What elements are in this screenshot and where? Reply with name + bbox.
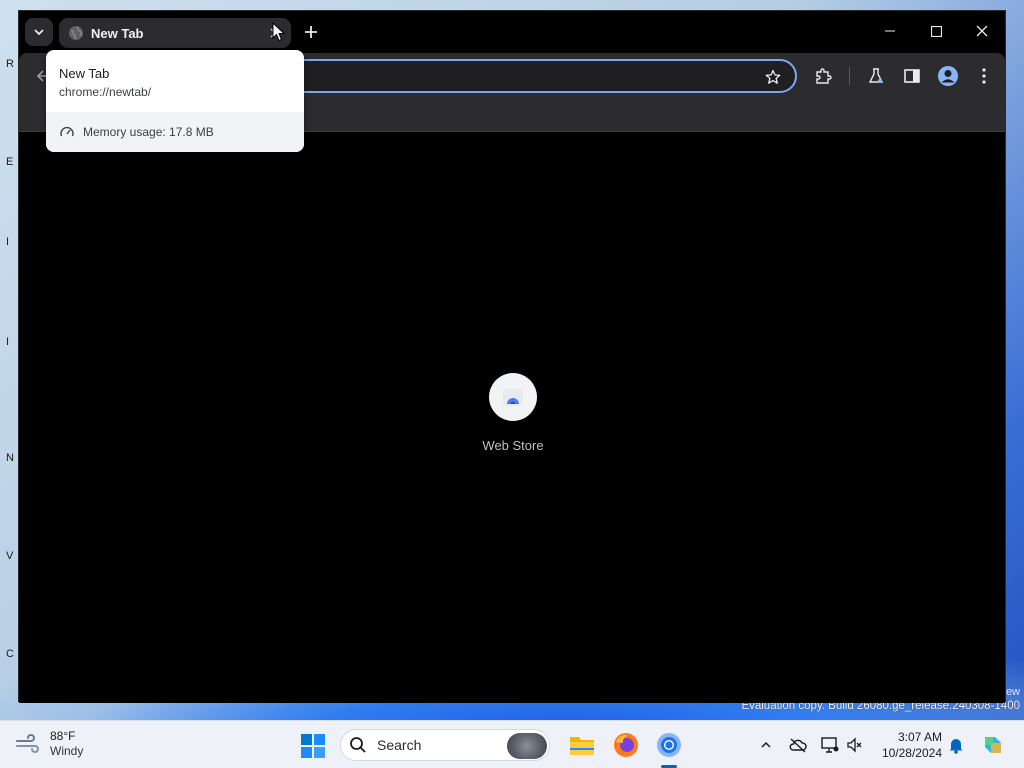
copilot-icon: [985, 737, 1001, 753]
notifications-button[interactable]: [946, 735, 966, 755]
tray-overflow-button[interactable]: [756, 735, 776, 755]
taskbar-clock[interactable]: 3:07 AM 10/28/2024: [872, 729, 942, 761]
taskbar-file-explorer[interactable]: [568, 731, 596, 759]
tab-new-tab[interactable]: New Tab: [59, 18, 291, 48]
memory-usage-text: Memory usage: 17.8 MB: [83, 125, 214, 139]
weather-text: 88°F Windy: [50, 729, 83, 759]
volume-mute-icon: [847, 737, 862, 753]
profile-button[interactable]: [936, 64, 960, 88]
side-panel-icon: [904, 69, 920, 83]
avatar-icon: [938, 66, 958, 86]
star-icon: [765, 69, 781, 84]
watermark-partial: ew: [1005, 686, 1020, 698]
chevron-up-icon: [761, 741, 771, 748]
weather-temperature: 88°F: [50, 729, 76, 743]
speedometer-icon: [60, 126, 74, 137]
new-tab-page: Web Store: [19, 132, 1005, 703]
maximize-button[interactable]: [913, 11, 959, 51]
monitor-icon: [821, 737, 839, 753]
window-controls: [867, 11, 1005, 51]
minimize-button[interactable]: [867, 11, 913, 51]
tray-display-button[interactable]: [820, 735, 840, 755]
desktop-icon-label: E: [6, 156, 14, 168]
new-tab-button[interactable]: [299, 20, 323, 44]
more-vert-icon: [982, 68, 986, 84]
mouse-cursor-icon: [272, 22, 286, 42]
search-label: Search: [377, 737, 422, 753]
plus-icon: [305, 26, 317, 38]
desktop-icon-label: R: [6, 58, 14, 70]
tab-search-button[interactable]: [25, 18, 53, 46]
weather-widget[interactable]: 88°F Windy: [14, 729, 83, 759]
windows-start-icon[interactable]: [300, 733, 326, 759]
chrome-icon: [657, 733, 681, 757]
close-window-button[interactable]: [959, 11, 1005, 51]
tab-hover-card: New Tab chrome://newtab/ Memory usage: 1…: [46, 50, 304, 152]
copilot-button[interactable]: [980, 732, 1006, 758]
flask-icon: [868, 68, 884, 83]
tab-title: New Tab: [91, 25, 144, 41]
taskbar-firefox[interactable]: [612, 731, 640, 759]
labs-button[interactable]: [864, 64, 888, 88]
tray-volume-button[interactable]: [845, 735, 865, 755]
bell-icon: [949, 739, 963, 754]
maximize-icon: [930, 25, 942, 37]
taskbar: 88°F Windy Search 3:07 AM 10/28/2024: [0, 720, 1024, 768]
toolbar-separator: [849, 67, 850, 85]
puzzle-icon: [816, 68, 832, 84]
bookmark-star-button[interactable]: [763, 67, 783, 87]
close-icon: [976, 25, 988, 37]
clock-date: 10/28/2024: [881, 746, 942, 760]
chevron-down-icon: [34, 29, 44, 36]
taskbar-search[interactable]: Search: [340, 729, 550, 761]
menu-button[interactable]: [972, 64, 996, 88]
desktop-icon-label: V: [6, 550, 14, 562]
taskbar-chrome[interactable]: [655, 731, 683, 759]
globe-icon: [69, 26, 83, 40]
desktop-icons-strip: R E I I N V C: [0, 0, 20, 720]
shortcut-tile: [489, 373, 537, 421]
desktop-icon-label: C: [6, 648, 14, 660]
search-icon: [350, 737, 366, 753]
clock-time: 3:07 AM: [897, 730, 942, 744]
tray-network-button[interactable]: [788, 735, 808, 755]
extensions-button[interactable]: [811, 64, 835, 88]
desktop-icon-label: I: [6, 336, 10, 348]
weather-condition: Windy: [50, 744, 84, 758]
hover-card-url: chrome://newtab/: [59, 85, 152, 99]
shortcut-web-store[interactable]: Web Store: [471, 373, 555, 453]
hover-card-title: New Tab: [59, 66, 110, 81]
shortcut-label: Web Store: [482, 438, 544, 453]
desktop-icon-label: N: [6, 452, 14, 464]
file-explorer-icon: [570, 737, 594, 755]
search-highlight-image: [507, 733, 547, 759]
hover-card-footer: Memory usage: 17.8 MB: [46, 112, 304, 152]
wind-icon: [16, 734, 39, 753]
desktop-icon-label: I: [6, 236, 10, 248]
cloud-off-icon: [789, 738, 807, 753]
web-store-icon: [503, 389, 523, 406]
side-panel-button[interactable]: [900, 64, 924, 88]
title-bar: New Tab: [19, 11, 1005, 53]
firefox-icon: [614, 733, 638, 757]
minimize-icon: [885, 30, 895, 32]
